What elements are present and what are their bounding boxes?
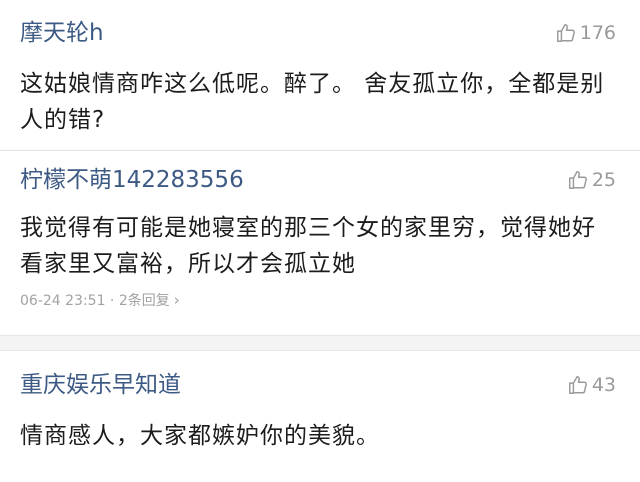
comment-item: 柠檬不萌142283556 25 我觉得有可能是她寝室的那三个女的家里穷，觉得她… — [0, 150, 640, 335]
comment-username[interactable]: 柠檬不萌142283556 — [20, 165, 244, 195]
like-button[interactable]: 43 — [567, 370, 616, 400]
comment-text: 情商感人，大家都嫉妒你的美貌。 — [20, 423, 380, 449]
thumbs-up-icon — [568, 376, 587, 394]
comment-username[interactable]: 摩天轮h — [20, 18, 104, 48]
chevron-right-icon: › — [173, 291, 180, 309]
like-count: 43 — [591, 374, 616, 396]
comment-text: 我觉得有可能是她寝室的那三个女的家里穷，觉得她好看家里又富裕，所以才会孤立她 — [20, 215, 596, 277]
reply-meta[interactable]: 06-24 23:51 · 2条回复 › — [20, 290, 180, 310]
like-count: 176 — [579, 22, 616, 44]
comment-username[interactable]: 重庆娱乐早知道 — [20, 370, 181, 400]
thumbs-up-icon — [556, 24, 575, 42]
thumbs-up-icon — [568, 171, 587, 189]
comment-item: 重庆娱乐早知道 43 情商感人，大家都嫉妒你的美貌。 — [0, 351, 640, 482]
like-count: 25 — [591, 169, 616, 191]
like-button[interactable]: 25 — [567, 165, 616, 195]
timestamp-replies: 06-24 23:51 · 2条回复 — [20, 293, 170, 309]
comment-item: 摩天轮h 176 这姑娘情商咋这么低呢。醉了。 舍友孤立你，全都是别人的错? — [0, 0, 640, 150]
like-button[interactable]: 176 — [555, 18, 616, 48]
comment-text: 这姑娘情商咋这么低呢。醉了。 舍友孤立你，全都是别人的错? — [20, 71, 605, 133]
section-divider — [0, 335, 640, 351]
